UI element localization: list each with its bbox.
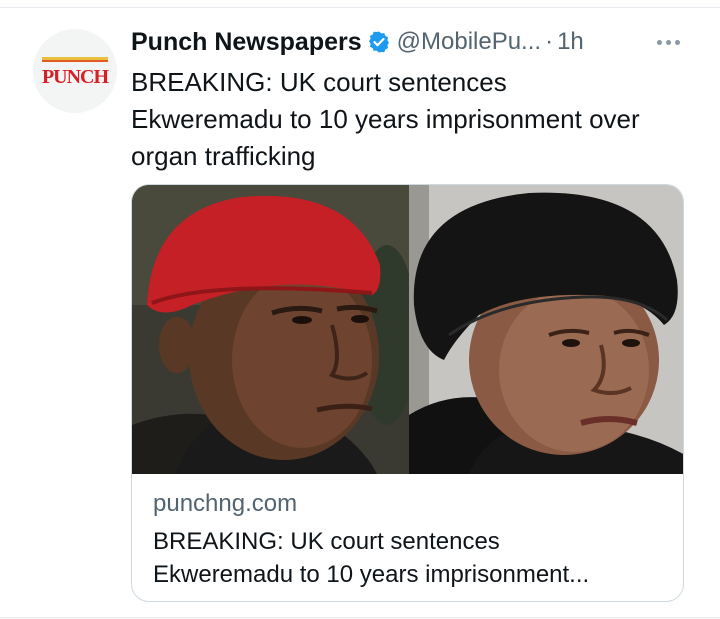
more-options-button[interactable] <box>651 29 685 55</box>
tweet-text: BREAKING: UK court sentences Ekweremadu … <box>131 64 696 175</box>
card-title: BREAKING: UK court sentences Ekweremadu … <box>153 525 668 591</box>
bottom-divider <box>0 617 720 618</box>
timestamp[interactable]: 1h <box>557 28 584 56</box>
punch-logo-icon: PUNCH <box>42 57 110 88</box>
verified-badge-icon <box>368 31 389 53</box>
card-domain: punchng.com <box>153 490 298 517</box>
tweet-header: Punch Newspapers @MobilePu... · 1h <box>131 26 691 58</box>
tweet-text-line: BREAKING: UK court sentences <box>131 67 507 97</box>
more-dot-icon <box>656 39 662 45</box>
more-dot-icon <box>665 39 671 45</box>
woman-in-black-hat-photo <box>409 185 683 474</box>
card-title-line: BREAKING: UK court sentences <box>153 528 500 555</box>
tweet-text-line: Ekweremadu to 10 years imprisonment over <box>131 104 640 134</box>
author-handle[interactable]: @MobilePu... <box>397 28 541 56</box>
avatar[interactable]: PUNCH <box>33 29 117 113</box>
separator-dot: · <box>545 28 554 55</box>
man-in-red-cap-photo <box>132 185 409 474</box>
author-display-name[interactable]: Punch Newspapers <box>131 28 362 57</box>
link-preview-card[interactable]: punchng.com BREAKING: UK court sentences… <box>131 184 684 602</box>
card-title-line: Ekweremadu to 10 years imprisonment... <box>153 561 590 588</box>
tweet-text-line: organ trafficking <box>131 141 316 171</box>
card-media <box>132 185 683 474</box>
top-divider <box>0 7 720 8</box>
more-dot-icon <box>674 39 680 45</box>
svg-text:PUNCH: PUNCH <box>42 66 110 88</box>
